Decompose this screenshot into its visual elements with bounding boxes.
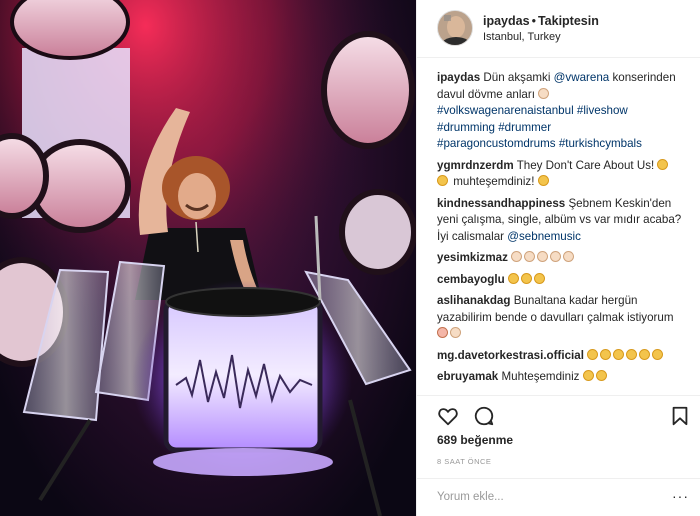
comment-item: yesimkizmaz (437, 250, 693, 267)
clap-emoji-icon (563, 251, 575, 262)
caption-text-before: Dün akşamki (483, 71, 554, 84)
comment-username[interactable]: ygmrdnzerdm (437, 159, 514, 172)
comment-username[interactable]: aslihanakdag (437, 294, 510, 307)
caption-mention[interactable]: @vwarena (554, 71, 610, 84)
comment-item: aslihanakdag Bunaltana kadar hergün yaza… (437, 293, 693, 343)
comment-item: kindnessandhappiness Şebnem Keskin'den y… (437, 196, 693, 246)
clap-emoji-icon (550, 251, 562, 262)
heart-icon[interactable] (437, 405, 459, 427)
caption: ipaydas Dün akşamki @vwarena konserinden… (437, 70, 693, 153)
comment-mention[interactable]: @sebnemusic (507, 230, 581, 243)
comment-username[interactable]: kindnessandhappiness (437, 197, 565, 210)
comment-username[interactable]: ebruyamak (437, 370, 498, 383)
clap-emoji-icon (533, 272, 545, 284)
rock-hand-emoji-icon (538, 87, 550, 99)
comment-input[interactable]: Yorum ekle... (437, 491, 504, 503)
comment-text-2: muhteşemdiniz! (453, 175, 535, 188)
follow-status-button[interactable]: Takiptesin (538, 14, 599, 28)
rock-hand-emoji-icon (657, 158, 669, 170)
rock-hand-emoji-icon (437, 175, 448, 186)
clap-emoji-icon (511, 251, 523, 262)
more-icon[interactable]: ··· (672, 488, 689, 504)
post-photo[interactable] (0, 0, 416, 516)
post-author-username[interactable]: ipaydas (483, 14, 530, 28)
clap-emoji-icon (639, 348, 651, 360)
separator-dot: • (531, 14, 536, 28)
hashtag[interactable]: #volkswagenarenaistanbul (437, 104, 574, 117)
post-location[interactable]: Istanbul, Turkey (483, 31, 561, 43)
fearful-face-emoji-icon (450, 327, 461, 338)
hashtag[interactable]: #liveshow (577, 104, 628, 117)
ok-hand-emoji-icon (537, 175, 549, 186)
clap-emoji-icon (595, 370, 607, 381)
comment-username[interactable]: mg.davetorkestrasi.official (437, 349, 584, 362)
post-actions-bar (417, 395, 700, 431)
post-author-line: ipaydas • Takiptesin (483, 14, 599, 28)
hashtag[interactable]: #paragoncustomdrums (437, 137, 556, 150)
post-side-panel: ipaydas • Takiptesin Istanbul, Turkey ipay… (416, 0, 700, 516)
clap-emoji-icon (652, 348, 664, 360)
post-timestamp[interactable]: 8 SAAT ÖNCE (437, 457, 491, 466)
clap-emoji-icon (520, 272, 532, 284)
clap-emoji-icon (524, 251, 536, 262)
post-header: ipaydas • Takiptesin Istanbul, Turkey (417, 0, 700, 58)
comments-feed: ipaydas Dün akşamki @vwarena konserinden… (437, 70, 693, 391)
concert-photo-illustration (0, 0, 416, 516)
comment-username[interactable]: cembayoglu (437, 273, 505, 286)
hashtag[interactable]: #drummer (498, 121, 551, 134)
comment-icon[interactable] (473, 405, 495, 427)
likes-count[interactable]: 689 beğenme (437, 433, 513, 447)
hashtag[interactable]: #turkishcymbals (559, 137, 642, 150)
comment-box: Yorum ekle... ··· (417, 478, 700, 516)
bookmark-icon[interactable] (669, 405, 691, 427)
clap-emoji-icon (626, 348, 638, 360)
comment-item: ygmrdnzerdm They Don't Care About Us! mu… (437, 158, 693, 191)
comment-text: They Don't Care About Us! (516, 158, 655, 172)
avatar[interactable] (437, 10, 473, 46)
comment-item: ebruyamak Muhteşemdiniz (437, 369, 693, 386)
clap-emoji-icon (587, 348, 599, 360)
caption-username[interactable]: ipaydas (437, 71, 480, 84)
heart-eyes-emoji-icon (437, 327, 448, 338)
comment-item: cembayoglu (437, 272, 693, 289)
comment-item: mg.davetorkestrasi.official (437, 348, 693, 365)
clap-emoji-icon (507, 272, 519, 284)
comment-text: Muhteşemdiniz (501, 370, 580, 383)
clap-emoji-icon (613, 348, 625, 360)
comment-username[interactable]: yesimkizmaz (437, 251, 508, 264)
clap-emoji-icon (600, 348, 612, 360)
hashtag[interactable]: #drumming (437, 121, 495, 134)
clap-emoji-icon (537, 251, 549, 262)
clap-emoji-icon (582, 370, 594, 381)
avatar-image (438, 11, 472, 45)
